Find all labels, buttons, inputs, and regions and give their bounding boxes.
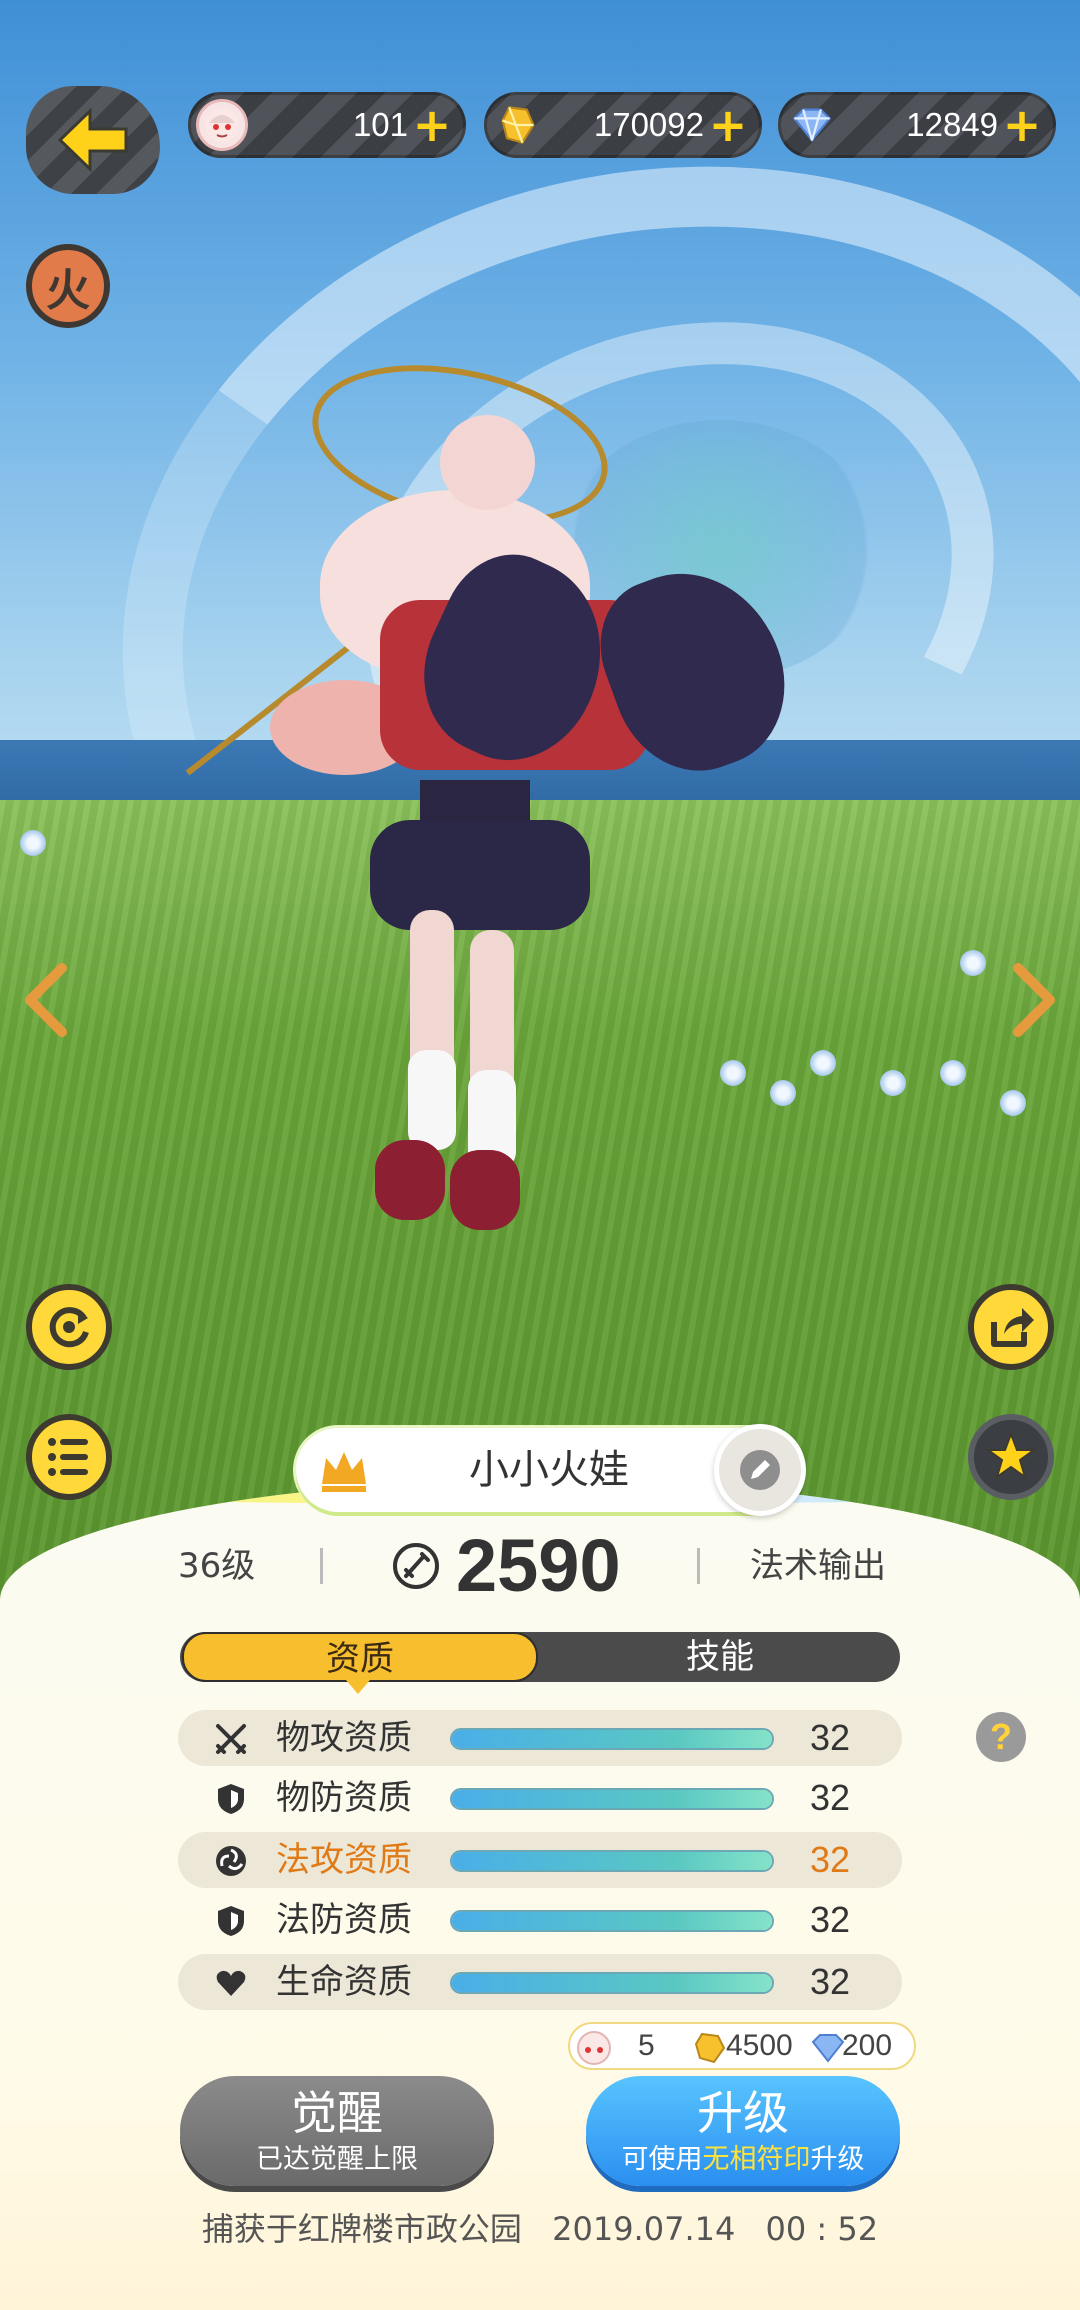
attr-bar-fill bbox=[452, 1852, 772, 1870]
pencil-icon bbox=[740, 1450, 780, 1490]
star-icon bbox=[984, 1431, 1038, 1480]
add-resource-button[interactable]: + bbox=[1000, 102, 1044, 148]
attr-label: 法防资质 bbox=[276, 1900, 412, 1940]
attr-bar-fill bbox=[452, 1730, 772, 1748]
list-icon bbox=[48, 1438, 88, 1476]
awaken-subtitle: 已达觉醒上限 bbox=[256, 2144, 418, 2175]
capture-time: 00 : 52 bbox=[765, 2210, 879, 2248]
element-fire-badge: 火 bbox=[26, 244, 110, 328]
attr-value: 32 bbox=[809, 1899, 850, 1940]
attr-row-health: 生命资质 32 bbox=[178, 1954, 902, 2010]
capture-info: 捕获于红牌楼市政公园 2019.07.14 00 : 52 bbox=[0, 2204, 1080, 2250]
upgrade-button[interactable]: 升级 可使用无相符印升级 bbox=[586, 2076, 900, 2186]
combat-power-icon bbox=[393, 1543, 439, 1589]
pet-3d-view[interactable] bbox=[0, 0, 1080, 1600]
attr-row-magic-attack: 法攻资质 32 bbox=[178, 1832, 902, 1888]
gold-crystal-icon bbox=[492, 99, 544, 151]
help-button[interactable]: ? bbox=[976, 1712, 1026, 1762]
attr-bar bbox=[450, 1910, 774, 1932]
shield-icon bbox=[218, 1784, 244, 1814]
resource-value: 12849 bbox=[906, 106, 998, 143]
pet-face-icon bbox=[196, 99, 248, 151]
attr-label: 生命资质 bbox=[276, 1962, 412, 2002]
rename-button[interactable] bbox=[714, 1424, 806, 1516]
attr-bar-fill bbox=[452, 1790, 772, 1808]
tab-pointer bbox=[346, 1680, 370, 1694]
resource-pet-counter: 101 + bbox=[188, 92, 466, 158]
attr-bar bbox=[450, 1972, 774, 1994]
share-button[interactable] bbox=[968, 1284, 1054, 1370]
swords-icon bbox=[216, 1724, 246, 1754]
attr-label: 法攻资质 bbox=[276, 1840, 412, 1880]
capture-location: 捕获于红牌楼市政公园 bbox=[201, 2210, 522, 2248]
previous-pet-arrow-icon[interactable] bbox=[18, 960, 78, 1040]
cost-pet-value: 5 bbox=[638, 2029, 655, 2062]
flower bbox=[880, 1070, 906, 1096]
attr-label: 物攻资质 bbox=[276, 1718, 412, 1758]
capture-date: 2019.07.14 bbox=[552, 2210, 736, 2248]
attr-value: 32 bbox=[809, 1961, 850, 2002]
info-tabs: 资质 技能 bbox=[180, 1632, 900, 1682]
diamond-icon bbox=[811, 2034, 845, 2063]
rotate-view-button[interactable] bbox=[26, 1284, 112, 1370]
attr-bar bbox=[450, 1788, 774, 1810]
attr-value: 32 bbox=[809, 1839, 850, 1880]
attr-bar-fill bbox=[452, 1912, 772, 1930]
gold-crystal-icon bbox=[694, 2032, 726, 2064]
back-button[interactable] bbox=[26, 86, 160, 194]
attr-bar bbox=[450, 1728, 774, 1750]
flower bbox=[810, 1050, 836, 1076]
share-icon bbox=[991, 1308, 1034, 1347]
diamond-icon bbox=[786, 99, 838, 151]
upgrade-cost: 5 4500 200 bbox=[568, 2022, 916, 2070]
attr-row-physical-attack: 物攻资质 32 bbox=[178, 1710, 902, 1766]
resource-value: 101 bbox=[352, 106, 408, 143]
flower bbox=[940, 1060, 966, 1086]
resource-value: 170092 bbox=[593, 106, 704, 143]
flower bbox=[20, 830, 46, 856]
divider bbox=[697, 1548, 700, 1584]
back-arrow-icon bbox=[57, 107, 128, 173]
cost-gold-value: 4500 bbox=[726, 2029, 793, 2062]
flower bbox=[1000, 1090, 1026, 1116]
attr-row-magic-defense: 法防资质 32 bbox=[178, 1892, 902, 1948]
attr-bar bbox=[450, 1850, 774, 1872]
attr-label: 物防资质 bbox=[276, 1778, 412, 1818]
tab-skills[interactable]: 技能 bbox=[540, 1632, 900, 1682]
next-pet-arrow-icon[interactable] bbox=[1002, 960, 1062, 1040]
pet-character[interactable] bbox=[150, 340, 810, 1250]
awaken-title: 觉醒 bbox=[291, 2086, 383, 2140]
magic-swirl-icon bbox=[216, 1846, 246, 1876]
attr-value: 32 bbox=[809, 1717, 850, 1758]
combat-power-value: 2590 bbox=[456, 1524, 621, 1607]
add-resource-button[interactable]: + bbox=[706, 102, 750, 148]
attr-bar-fill bbox=[452, 1974, 772, 1992]
pet-summary-row: 36级 2590 法术输出 bbox=[0, 1524, 1080, 1607]
attr-row-physical-defense: 物防资质 32 bbox=[178, 1770, 902, 1826]
flower bbox=[960, 950, 986, 976]
tab-aptitude[interactable]: 资质 bbox=[182, 1632, 538, 1682]
pet-face-icon bbox=[577, 2031, 611, 2065]
pet-role: 法术输出 bbox=[750, 1546, 886, 1586]
heart-icon bbox=[216, 1970, 246, 1996]
upgrade-title: 升级 bbox=[697, 2086, 789, 2140]
rotate-icon bbox=[49, 1307, 89, 1348]
upgrade-subtitle: 可使用无相符印升级 bbox=[621, 2144, 865, 2175]
add-resource-button[interactable]: + bbox=[410, 102, 454, 148]
divider bbox=[320, 1548, 323, 1584]
attr-value: 32 bbox=[809, 1777, 850, 1818]
awaken-button[interactable]: 觉醒 已达觉醒上限 bbox=[180, 2076, 494, 2186]
resource-gold-counter: 170092 + bbox=[484, 92, 762, 158]
shield-icon bbox=[218, 1906, 244, 1936]
resource-diamond-counter: 12849 + bbox=[778, 92, 1056, 158]
pet-level: 36级 bbox=[178, 1546, 256, 1586]
cost-diamond-value: 200 bbox=[842, 2029, 893, 2062]
pet-name-box: 小小火娃 bbox=[296, 1424, 806, 1516]
